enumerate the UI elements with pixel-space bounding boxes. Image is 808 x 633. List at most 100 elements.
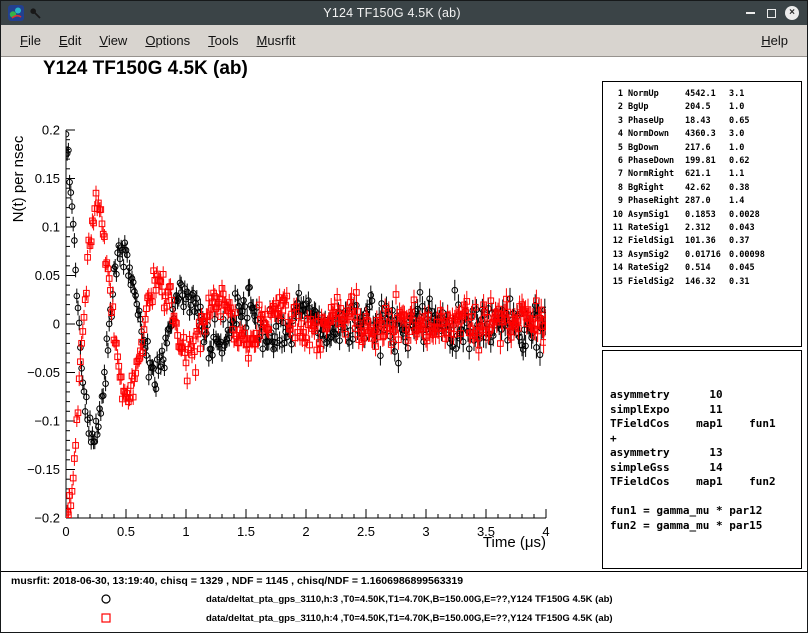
theory-line: asymmetry 13 (610, 446, 801, 461)
param-no: 5 (608, 142, 623, 155)
menu-view[interactable]: View (90, 29, 136, 52)
minimize-button[interactable] (742, 5, 758, 21)
param-value: 2.312 (685, 222, 729, 235)
theory-line: TFieldCos map1 fun1 (610, 417, 801, 432)
fit-param-row: 13AsymSig20.017160.00098 (608, 249, 801, 262)
theory-line: TFieldCos map1 fun2 (610, 475, 801, 490)
param-no: 10 (608, 209, 623, 222)
fit-parameter-rows: 1NormUp4542.13.12BgUp204.51.03PhaseUp18.… (608, 88, 801, 289)
param-value: 287.0 (685, 195, 729, 208)
app-icon[interactable] (8, 5, 24, 21)
param-no: 6 (608, 155, 623, 168)
menu-edit[interactable]: Edit (50, 29, 90, 52)
fit-param-row: 8BgRight42.620.38 (608, 182, 801, 195)
fit-stats-line: musrfit: 2018-06-30, 13:19:40, chisq = 1… (11, 575, 463, 587)
fit-param-row: 14RateSig20.5140.045 (608, 262, 801, 275)
x-tick-label: 2.5 (357, 524, 375, 539)
param-error: 1.1 (729, 168, 801, 181)
x-axis-title: Time (μs) (483, 534, 546, 551)
x-tick-label: 0.5 (117, 524, 135, 539)
param-no: 4 (608, 128, 623, 141)
param-no: 2 (608, 101, 623, 114)
close-button[interactable]: × (784, 5, 800, 21)
data-series-black-circles (63, 127, 549, 450)
y-tick-label: 0 (53, 317, 60, 332)
fit-param-row: 12FieldSig1101.360.37 (608, 235, 801, 248)
menu-help[interactable]: Help (752, 29, 797, 52)
theory-line (610, 490, 801, 505)
param-value: 621.1 (685, 168, 729, 181)
param-error: 0.62 (729, 155, 801, 168)
theory-line: fun1 = gamma_mu * par12 (610, 504, 801, 519)
legend-marker-square-icon (100, 612, 112, 624)
param-name: RateSig2 (628, 262, 685, 275)
fit-param-row: 6PhaseDown199.810.62 (608, 155, 801, 168)
param-no: 9 (608, 195, 623, 208)
param-no: 11 (608, 222, 623, 235)
theory-line: simplExpo 11 (610, 403, 801, 418)
param-name: PhaseDown (628, 155, 685, 168)
menu-tools[interactable]: Tools (199, 29, 247, 52)
maximize-icon (767, 9, 776, 18)
param-error: 0.043 (729, 222, 801, 235)
param-value: 101.36 (685, 235, 729, 248)
param-no: 3 (608, 115, 623, 128)
fit-param-row: 11RateSig12.3120.043 (608, 222, 801, 235)
menu-file[interactable]: File (11, 29, 50, 52)
y-tick-label: 0.05 (35, 268, 60, 283)
fit-param-row: 15FieldSig2146.320.31 (608, 276, 801, 289)
x-tick-label: 2 (302, 524, 309, 539)
param-error: 0.65 (729, 115, 801, 128)
param-error: 0.31 (729, 276, 801, 289)
close-icon: × (785, 6, 799, 20)
param-name: AsymSig2 (628, 249, 685, 262)
param-error: 0.37 (729, 235, 801, 248)
menubar: FileEditViewOptionsToolsMusrfit Help (1, 25, 807, 57)
menu-options[interactable]: Options (136, 29, 199, 52)
param-error: 0.045 (729, 262, 801, 275)
x-tick-label: 1 (182, 524, 189, 539)
param-name: BgUp (628, 101, 685, 114)
legend-text: data/deltat_pta_gps_3110,h:3 ,T0=4.50K,T… (206, 594, 613, 605)
param-value: 204.5 (685, 101, 729, 114)
legend-entry: data/deltat_pta_gps_3110,h:3 ,T0=4.50K,T… (1, 590, 807, 609)
y-tick-label: −0.05 (27, 365, 60, 380)
titlebar: Y124 TF150G 4.5K (ab) × (1, 1, 807, 25)
theory-line: fun2 = gamma_mu * par15 (610, 519, 801, 534)
musrfit-plot-window: Y124 TF150G 4.5K (ab) × FileEditViewOpti… (0, 0, 808, 633)
x-tick-label: 3 (422, 524, 429, 539)
param-name: NormUp (628, 88, 685, 101)
footer-divider (1, 571, 807, 572)
x-tick-label: 0 (62, 524, 69, 539)
param-name: PhaseUp (628, 115, 685, 128)
y-tick-label: −0.1 (34, 414, 60, 429)
legend: data/deltat_pta_gps_3110,h:3 ,T0=4.50K,T… (1, 590, 807, 628)
minimize-icon (746, 12, 755, 14)
theory-line: + (610, 432, 801, 447)
menu-musrfit[interactable]: Musrfit (248, 29, 305, 52)
theory-line: simpleGss 14 (610, 461, 801, 476)
pin-icon[interactable] (29, 7, 42, 20)
param-error: 1.0 (729, 101, 801, 114)
fit-param-row: 9PhaseRight287.01.4 (608, 195, 801, 208)
fit-parameter-table: 1NormUp4542.13.12BgUp204.51.03PhaseUp18.… (602, 81, 802, 347)
param-error: 1.0 (729, 142, 801, 155)
param-error: 0.38 (729, 182, 801, 195)
param-name: NormDown (628, 128, 685, 141)
theory-lines: asymmetry 10simplExpo 11TFieldCos map1 f… (610, 388, 801, 533)
y-tick-label: −0.15 (27, 462, 60, 477)
plot-canvas[interactable]: 00.511.522.533.540.20.150.10.050−0.05−0.… (1, 57, 601, 571)
param-error: 3.1 (729, 88, 801, 101)
legend-text: data/deltat_pta_gps_3110,h:4 ,T0=4.50K,T… (206, 613, 613, 624)
param-no: 8 (608, 182, 623, 195)
y-axis-title: N(t) per nsec (10, 135, 27, 222)
param-name: BgDown (628, 142, 685, 155)
param-no: 1 (608, 88, 623, 101)
param-value: 4360.3 (685, 128, 729, 141)
y-tick-label: 0.2 (42, 123, 60, 138)
param-no: 7 (608, 168, 623, 181)
param-value: 0.1853 (685, 209, 729, 222)
theory-line: asymmetry 10 (610, 388, 801, 403)
param-value: 146.32 (685, 276, 729, 289)
maximize-button[interactable] (763, 5, 779, 21)
